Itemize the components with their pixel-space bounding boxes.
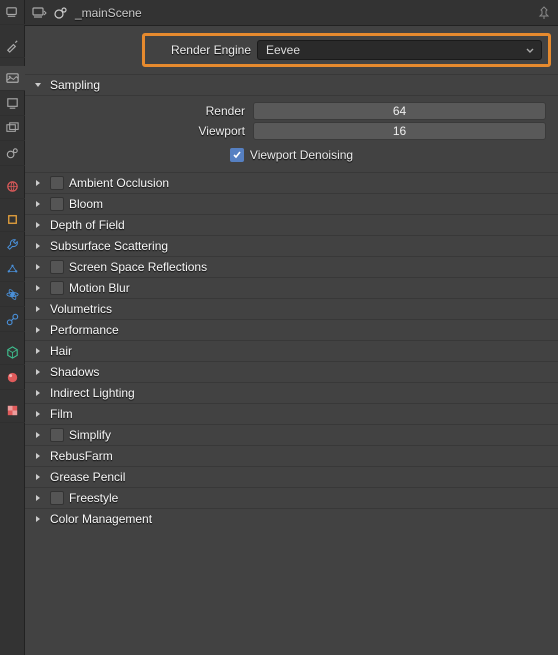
disclosure-right-icon [33, 304, 45, 314]
disclosure-right-icon [33, 472, 45, 482]
section-label: Depth of Field [50, 218, 125, 232]
disclosure-right-icon [33, 199, 45, 209]
section-label: Screen Space Reflections [69, 260, 207, 274]
section-hair[interactable]: Hair [25, 340, 558, 361]
chevron-down-icon [525, 45, 535, 59]
vertical-tabs [0, 0, 25, 655]
disclosure-right-icon [33, 346, 45, 356]
render-samples-row: Render 64 [37, 102, 546, 120]
context-dropdown-icon[interactable] [31, 5, 47, 21]
pin-icon[interactable] [536, 5, 552, 21]
section-checkbox[interactable] [50, 428, 64, 442]
section-subsurface-scattering[interactable]: Subsurface Scattering [25, 235, 558, 256]
render-engine-row: Render Engine Eevee [25, 26, 558, 74]
render-samples-label: Render [37, 104, 245, 118]
output-icon[interactable] [0, 91, 25, 116]
render-engine-value: Eevee [266, 43, 300, 57]
scene-icon [53, 5, 69, 21]
section-label: Motion Blur [69, 281, 130, 295]
disclosure-right-icon [33, 262, 45, 272]
section-simplify[interactable]: Simplify [25, 424, 558, 445]
render-engine-highlight: Render Engine Eevee [142, 33, 551, 67]
modifier-icon[interactable] [0, 232, 25, 257]
viewlayer-icon[interactable] [0, 116, 25, 141]
material-icon[interactable] [0, 365, 25, 390]
section-label: Ambient Occlusion [69, 176, 169, 190]
section-indirect-lighting[interactable]: Indirect Lighting [25, 382, 558, 403]
disclosure-right-icon [33, 241, 45, 251]
scene-name[interactable]: _mainScene [75, 6, 530, 20]
section-performance[interactable]: Performance [25, 319, 558, 340]
section-freestyle[interactable]: Freestyle [25, 487, 558, 508]
scene-icon[interactable] [0, 141, 25, 166]
disclosure-right-icon [33, 367, 45, 377]
viewport-denoising-label: Viewport Denoising [250, 148, 353, 162]
main-panel: _mainScene Render Engine Eevee Sampling … [25, 0, 558, 655]
disclosure-right-icon [33, 514, 45, 524]
world-icon[interactable] [0, 174, 25, 199]
section-label: Indirect Lighting [50, 386, 135, 400]
section-checkbox[interactable] [50, 176, 64, 190]
section-sampling[interactable]: Sampling [25, 74, 558, 95]
section-label: Shadows [50, 365, 99, 379]
disclosure-right-icon [33, 220, 45, 230]
constraint-icon[interactable] [0, 307, 25, 332]
section-shadows[interactable]: Shadows [25, 361, 558, 382]
section-label: Simplify [69, 428, 111, 442]
render-engine-label: Render Engine [151, 43, 251, 57]
section-label: Freestyle [69, 491, 118, 505]
tool-icon[interactable] [0, 33, 25, 58]
section-checkbox[interactable] [50, 197, 64, 211]
editor-type-icon[interactable] [0, 0, 25, 25]
data-icon[interactable] [0, 340, 25, 365]
disclosure-right-icon [33, 451, 45, 461]
texture-icon[interactable] [0, 398, 25, 423]
section-label: Hair [50, 344, 72, 358]
section-label: Sampling [50, 78, 100, 92]
section-depth-of-field[interactable]: Depth of Field [25, 214, 558, 235]
render-icon[interactable] [0, 66, 25, 91]
section-label: Subsurface Scattering [50, 239, 168, 253]
disclosure-right-icon [33, 388, 45, 398]
section-label: RebusFarm [50, 449, 113, 463]
section-rebusfarm[interactable]: RebusFarm [25, 445, 558, 466]
section-film[interactable]: Film [25, 403, 558, 424]
section-checkbox[interactable] [50, 281, 64, 295]
section-motion-blur[interactable]: Motion Blur [25, 277, 558, 298]
viewport-denoising-checkbox[interactable] [230, 148, 244, 162]
properties-header: _mainScene [25, 0, 558, 26]
particle-icon[interactable] [0, 257, 25, 282]
section-checkbox[interactable] [50, 260, 64, 274]
viewport-denoising-row: Viewport Denoising [37, 148, 546, 162]
section-checkbox[interactable] [50, 491, 64, 505]
disclosure-right-icon [33, 409, 45, 419]
disclosure-down-icon [33, 80, 45, 90]
section-label: Color Management [50, 512, 152, 526]
render-engine-dropdown[interactable]: Eevee [257, 40, 542, 60]
viewport-samples-row: Viewport 16 [37, 122, 546, 140]
section-label: Volumetrics [50, 302, 112, 316]
viewport-samples-field[interactable]: 16 [253, 122, 546, 140]
section-volumetrics[interactable]: Volumetrics [25, 298, 558, 319]
section-ambient-occlusion[interactable]: Ambient Occlusion [25, 172, 558, 193]
section-label: Grease Pencil [50, 470, 125, 484]
disclosure-right-icon [33, 283, 45, 293]
section-bloom[interactable]: Bloom [25, 193, 558, 214]
viewport-samples-label: Viewport [37, 124, 245, 138]
section-label: Film [50, 407, 73, 421]
section-label: Bloom [69, 197, 103, 211]
sampling-body: Render 64 Viewport 16 Viewport Denoising [25, 95, 558, 172]
disclosure-right-icon [33, 430, 45, 440]
physics-icon[interactable] [0, 282, 25, 307]
disclosure-right-icon [33, 493, 45, 503]
section-grease-pencil[interactable]: Grease Pencil [25, 466, 558, 487]
section-screen-space-reflections[interactable]: Screen Space Reflections [25, 256, 558, 277]
section-color-management[interactable]: Color Management [25, 508, 558, 529]
section-label: Performance [50, 323, 119, 337]
object-icon[interactable] [0, 207, 25, 232]
disclosure-right-icon [33, 178, 45, 188]
render-samples-field[interactable]: 64 [253, 102, 546, 120]
disclosure-right-icon [33, 325, 45, 335]
